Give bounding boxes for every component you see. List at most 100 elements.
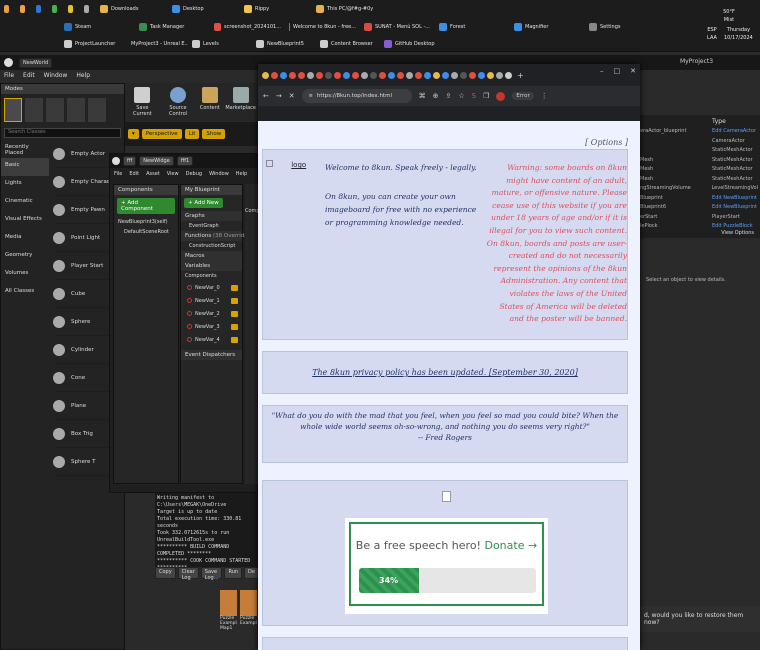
outliner-row[interactable]: ngStreamingVolume LevelStreamingVol <box>640 185 758 195</box>
taskbar-item[interactable]: Settings <box>585 23 660 31</box>
taskbar-item[interactable]: ProjectLauncher <box>60 40 124 48</box>
taskbar-item[interactable] <box>16 5 32 13</box>
taskbar-item[interactable]: This PC/@f#g-#0y <box>312 5 384 13</box>
browser-tab[interactable] <box>496 71 503 79</box>
browser-tab[interactable] <box>406 71 413 79</box>
marketplace-button[interactable]: Marketplace <box>225 85 256 119</box>
extension-icon[interactable]: S <box>472 92 476 100</box>
event-graph-item[interactable]: EventGraph <box>181 221 242 231</box>
browser-tab[interactable] <box>262 71 269 79</box>
browser-tab[interactable] <box>424 71 431 79</box>
default-scene-root[interactable]: DefaultSceneRoot <box>114 227 178 237</box>
run-button[interactable]: Run <box>224 567 243 579</box>
site-info-icon[interactable]: ≡ <box>309 93 313 99</box>
taskbar-item[interactable] <box>32 5 48 13</box>
functions-section[interactable]: Functions (38 Overridab <box>181 231 251 241</box>
browser-tab[interactable] <box>388 71 395 79</box>
bp-tab-2[interactable]: NewWidge <box>139 156 174 166</box>
bp-menu-item[interactable]: File <box>114 171 122 177</box>
share-icon[interactable]: ⇪ <box>446 92 452 100</box>
minimize-icon[interactable]: – <box>600 67 604 75</box>
bp-menu-item[interactable]: Asset <box>146 171 160 177</box>
browser-tab[interactable] <box>298 71 305 79</box>
taskbar-item[interactable]: Content Browser <box>316 40 380 48</box>
browser-tab[interactable] <box>316 71 323 79</box>
address-bar[interactable]: ≡ https://8kun.top/index.html <box>301 89 412 103</box>
bp-menu-item[interactable]: Window <box>209 171 229 177</box>
content-button[interactable]: Content <box>198 85 221 119</box>
browser-tab[interactable] <box>334 71 341 79</box>
source-control-button[interactable]: Source Control <box>162 85 195 119</box>
bp-tab-3[interactable]: fff1 <box>176 156 194 166</box>
components-subsection[interactable]: Components <box>181 271 242 281</box>
donate-link[interactable]: Donate → <box>484 539 537 552</box>
browser-tab[interactable] <box>379 71 386 79</box>
taskbar-item[interactable]: MyProject3 - Unreal E... <box>124 40 188 48</box>
taskbar-item[interactable] <box>48 5 64 13</box>
view-options-button[interactable]: View Options <box>721 230 754 236</box>
zoom-icon[interactable]: ⊕ <box>433 92 439 100</box>
category-item[interactable]: Volumes <box>1 266 49 284</box>
bp-menu-item[interactable]: Edit <box>129 171 139 177</box>
menu-dots-icon[interactable]: ⋮ <box>541 92 548 100</box>
category-item[interactable]: All Classes <box>1 284 49 302</box>
perspective-button[interactable]: Perspective <box>141 129 182 139</box>
category-item[interactable]: Geometry <box>1 248 49 266</box>
taskbar-item[interactable]: Forest <box>435 23 510 31</box>
menu-window[interactable]: Window <box>44 72 68 79</box>
bp-menu-item[interactable]: Debug <box>186 171 202 177</box>
category-item[interactable]: Visual Effects <box>1 212 49 230</box>
variable-item[interactable]: NewVar_3 <box>181 320 242 333</box>
world-tab[interactable]: NewWorld <box>19 57 53 68</box>
taskbar-item[interactable]: Welcome to 8kun - free... <box>285 23 360 31</box>
eye-icon[interactable] <box>231 297 238 304</box>
browser-tab[interactable] <box>280 71 287 79</box>
clear-log-button[interactable]: Clear Log <box>177 567 199 581</box>
forward-icon[interactable]: → <box>276 92 282 100</box>
browser-tab[interactable] <box>478 71 485 79</box>
system-tray[interactable]: 50°F Mist ESP LAA Thursday 10/17/2024 <box>704 8 754 42</box>
maximize-icon[interactable]: □ <box>614 67 621 75</box>
browser-tab[interactable] <box>451 71 458 79</box>
menu-edit[interactable]: Edit <box>23 72 35 79</box>
viewport-options-icon[interactable]: ▾ <box>128 129 139 139</box>
de-button[interactable]: De <box>244 567 259 579</box>
profile-error-label[interactable]: Error <box>512 92 534 100</box>
category-item[interactable]: Media <box>1 230 49 248</box>
event-dispatchers-section[interactable]: Event Dispatchers <box>181 350 242 360</box>
outliner-row[interactable]: Mesh StaticMeshActor <box>640 157 758 167</box>
foliage-mode-icon[interactable] <box>67 98 85 122</box>
browser-tab[interactable] <box>415 71 422 79</box>
taskbar-item[interactable]: SUNAT - Menú SOL -... <box>360 23 435 31</box>
variables-section[interactable]: Variables <box>181 261 242 271</box>
privacy-policy-link[interactable]: The 8kun privacy policy has been updated… <box>312 368 578 377</box>
stop-icon[interactable]: ✕ <box>289 92 295 100</box>
new-tab-icon[interactable]: + <box>517 71 524 80</box>
graphs-section[interactable]: Graphs <box>181 211 242 221</box>
bp-menu-item[interactable]: Help <box>236 171 247 177</box>
macros-section[interactable]: Macros <box>181 251 242 261</box>
eye-icon[interactable] <box>231 323 238 330</box>
outliner-row[interactable]: Mesh StaticMeshActor <box>640 166 758 176</box>
browser-tab[interactable] <box>271 71 278 79</box>
browser-tab[interactable] <box>442 71 449 79</box>
copy-button[interactable]: Copy <box>155 567 176 579</box>
construction-script-item[interactable]: ConstructionScript <box>181 241 242 251</box>
taskbar-item[interactable]: Downloads <box>96 5 168 13</box>
taskbar-item[interactable] <box>64 5 80 13</box>
browser-tab[interactable] <box>343 71 350 79</box>
taskbar-item[interactable] <box>0 5 16 13</box>
translate-icon[interactable]: ⌘ <box>419 92 426 100</box>
eye-icon[interactable] <box>231 310 238 317</box>
search-classes-input[interactable]: Search Classes <box>4 128 121 138</box>
browser-tab[interactable] <box>289 71 296 79</box>
geometry-mode-icon[interactable] <box>88 98 106 122</box>
bookmark-icon[interactable]: ☆ <box>458 92 464 100</box>
bp-tab-1[interactable]: fff <box>123 156 137 166</box>
outliner-row[interactable]: eraActor_blueprint Edit CameraActor <box>640 128 758 138</box>
bp-menu-item[interactable]: View <box>167 171 179 177</box>
outliner-row[interactable]: Blueprint6 Edit NewBlueprint <box>640 204 758 214</box>
lit-button[interactable]: Lit <box>184 129 200 139</box>
category-item[interactable]: Basic <box>1 158 49 176</box>
outliner-row[interactable]: Mesh StaticMeshActor <box>640 176 758 186</box>
